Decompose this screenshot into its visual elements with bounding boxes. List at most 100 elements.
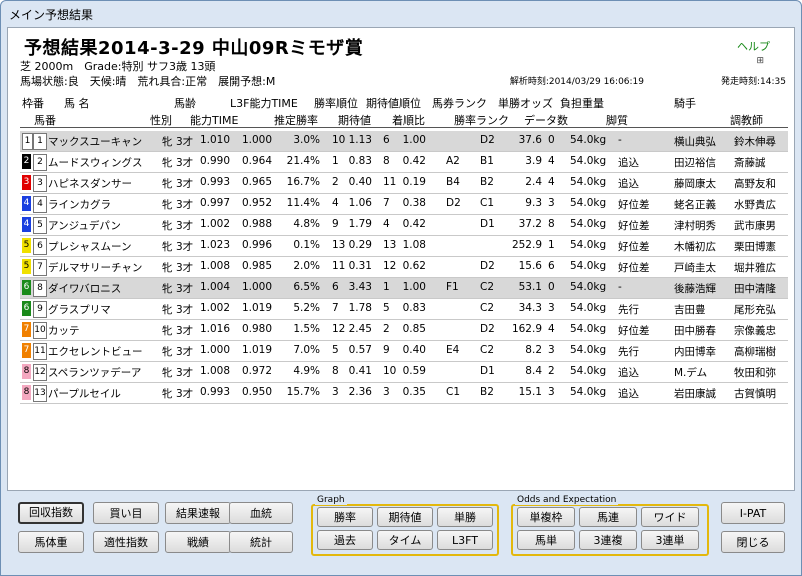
action-button[interactable]: 適性指数	[93, 531, 159, 553]
graph-button[interactable]: 期待値	[377, 507, 433, 527]
cell-jockey: 木幡初広	[674, 241, 716, 253]
graph-button[interactable]: 勝率	[317, 507, 373, 527]
cell-jockey: 横山典弘	[674, 136, 716, 148]
cell-evrank: 10	[383, 365, 397, 377]
action-button[interactable]: 回収指数	[18, 502, 84, 524]
cell-name: グラスプリマ	[48, 304, 111, 316]
table-row[interactable]: 2 2 ムードスウィングス牝 3才 0.990 0.964 21.4% 1 0.83 8 0.42 A…	[20, 152, 788, 173]
graph-button[interactable]: 過去	[317, 530, 373, 550]
action-button[interactable]: 馬体重	[18, 531, 84, 553]
cell-winrate: 21.4%	[286, 155, 320, 167]
cell-weight: 54.0kg	[570, 176, 607, 188]
cell-ability: 1.016	[199, 323, 230, 335]
cell-l3f: 1.019	[241, 302, 272, 314]
horse-number: 5	[33, 217, 47, 234]
cell-winrate: 7.0%	[293, 344, 320, 356]
cell-ev: 0.31	[348, 260, 372, 272]
action-button[interactable]: 血統	[229, 502, 293, 524]
cell-wrank: 8	[332, 365, 339, 377]
cell-winrate: 1.5%	[293, 323, 320, 335]
close-button[interactable]: 閉じる	[721, 531, 785, 553]
cell-evrank: 8	[383, 155, 390, 167]
table-row[interactable]: 6 9 グラスプリマ 牝 3才 1.002 1.019 5.2% 7 1.78 5 0.83 C2 34.…	[20, 299, 788, 320]
cell-ability: 1.010	[199, 134, 230, 146]
cell-ratio: 0.19	[402, 176, 426, 188]
cell-l3f: 0.972	[241, 365, 272, 377]
cell-weight: 54.0kg	[570, 302, 607, 314]
cell-data: 3	[548, 386, 555, 398]
cell-rank: C2	[480, 302, 495, 314]
cell-sex: 牝	[162, 241, 173, 253]
cell-name: スペランツァデーア	[48, 367, 142, 379]
cell-evrank: 3	[383, 386, 390, 398]
title-bar[interactable]: メイン予想結果	[1, 1, 801, 25]
cell-age: 3才	[176, 262, 194, 274]
cell-wrank: 6	[332, 281, 339, 293]
cell-jockey: M.デム	[674, 367, 708, 379]
action-button[interactable]: 結果速報	[165, 502, 231, 524]
table-row[interactable]: 8 12 スペランツァデーア牝 3才 1.008 0.972 4.9% 8 0.41 10 0.59…	[20, 362, 788, 383]
cell-odds: 37.6	[518, 134, 542, 146]
graph-button[interactable]: タイム	[377, 530, 433, 550]
column-header: 馬齢	[174, 97, 196, 110]
cell-ratio: 0.42	[402, 155, 426, 167]
cell-sex: 牝	[162, 325, 173, 337]
cell-sex: 牝	[162, 262, 173, 274]
cell-trainer: 高野友和	[734, 178, 776, 190]
waku-badge: 7	[22, 343, 31, 358]
cell-winrate: 4.8%	[293, 218, 320, 230]
ipat-button[interactable]: I-PAT	[721, 502, 785, 524]
cell-weight: 54.0kg	[570, 365, 607, 377]
cell-age: 3才	[176, 283, 194, 295]
odds-button[interactable]: 馬連	[579, 507, 637, 527]
graph-button[interactable]: L3FT	[437, 530, 493, 550]
cell-ticket: A2	[446, 155, 460, 167]
cell-l3f: 0.952	[241, 197, 272, 209]
table-row[interactable]: 4 4 ラインカグラ牝 3才 0.997 0.952 11.4% 4 1.06 7 0.38 D2 C1…	[20, 194, 788, 215]
table-row[interactable]: 8 13 パープルセイル 牝 3才 0.993 0.950 15.7% 3 2.36 3 0.35 C1…	[20, 383, 788, 404]
table-row[interactable]: 3 3 ハピネスダンサー牝 3才 0.993 0.965 16.7% 2 0.40 11 0.19 B…	[20, 173, 788, 194]
action-button[interactable]: 統計	[229, 531, 293, 553]
help-link[interactable]: ヘルプ	[737, 38, 770, 54]
action-button[interactable]: 買い目	[93, 502, 159, 524]
graph-button[interactable]: 単勝	[437, 507, 493, 527]
column-header: 馬券ランク	[432, 97, 487, 110]
cell-name: パープルセイル	[48, 388, 121, 400]
horse-number: 6	[33, 238, 47, 255]
cell-wrank: 13	[332, 239, 346, 251]
cell-data: 0	[548, 134, 555, 146]
cell-odds: 34.3	[518, 302, 542, 314]
table-row[interactable]: 1 1 マックスユーキャン牝 3才 1.010 1.000 3.0% 10 1.13 6 1.00 D…	[20, 131, 788, 152]
odds-button[interactable]: 3連単	[641, 530, 699, 550]
table-row[interactable]: 6 8 ダイワバロニス牝 3才 1.004 1.000 6.5% 6 3.43 1 1.00 F1 C2…	[20, 278, 788, 299]
odds-button[interactable]: 単複枠	[517, 507, 575, 527]
table-row[interactable]: 7 10 カッテ 牝 3才 1.016 0.980 1.5% 12 2.45 2 0.85 D2 162.…	[20, 320, 788, 341]
action-button[interactable]: 戦績	[165, 531, 231, 553]
cell-weight: 54.0kg	[570, 218, 607, 230]
cell-data: 4	[548, 323, 555, 335]
cell-weight: 54.0kg	[570, 239, 607, 251]
table-row[interactable]: 5 7 デルマサリーチャン 牝 3才 1.008 0.985 2.0% 11 0.31 12 0.62…	[20, 257, 788, 278]
start-time: 発走時刻:14:35	[721, 77, 786, 87]
column-header: 性別	[150, 114, 172, 127]
cell-winrate: 0.1%	[293, 239, 320, 251]
table-row[interactable]: 4 5 アンジュデパン牝 3才 1.002 0.988 4.8% 9 1.79 4 0.42 D1 37…	[20, 215, 788, 236]
pin-icon[interactable]: ⊞	[756, 56, 764, 66]
cell-style: 追込	[618, 388, 639, 400]
cell-style: 追込	[618, 367, 639, 379]
cell-age: 3才	[176, 157, 194, 169]
odds-button[interactable]: 馬単	[517, 530, 575, 550]
odds-button[interactable]: 3連複	[579, 530, 637, 550]
cell-l3f: 1.000	[241, 281, 272, 293]
cell-wrank: 7	[332, 302, 339, 314]
cell-odds: 252.9	[511, 239, 542, 251]
cell-age: 3才	[176, 346, 194, 358]
cell-sex: 牝	[162, 199, 173, 211]
odds-button[interactable]: ワイド	[641, 507, 699, 527]
cell-ratio: 0.42	[402, 218, 426, 230]
table-row[interactable]: 5 6 プレシャスムーン牝 3才 1.023 0.996 0.1% 13 0.29 13 1.08 2…	[20, 236, 788, 257]
cell-age: 3才	[176, 388, 194, 400]
table-row[interactable]: 7 11 エクセレントビュー 牝 3才 1.000 1.019 7.0% 5 0.57 9 0.40 E…	[20, 341, 788, 362]
horse-number: 1	[33, 133, 47, 150]
cell-jockey: 内田博幸	[674, 346, 716, 358]
